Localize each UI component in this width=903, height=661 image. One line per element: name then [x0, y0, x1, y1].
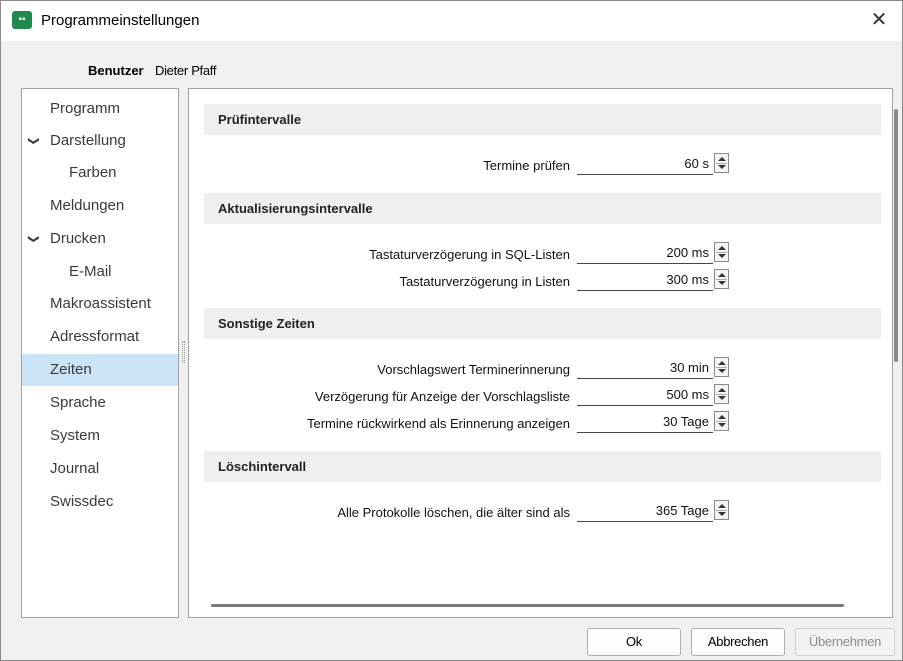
nav-item-drucken[interactable]: ❯ Drucken	[22, 223, 178, 255]
chevron-down-icon[interactable]: ❯	[18, 136, 50, 145]
stepper-vorschlagsliste[interactable]	[714, 384, 729, 404]
label-vorschlagsliste: Verzögerung für Anzeige der Vorschlagsli…	[314, 389, 570, 404]
nav-item-system[interactable]: System	[22, 420, 178, 452]
arrow-down-icon[interactable]	[718, 165, 726, 169]
splitter-handle[interactable]	[182, 341, 185, 363]
cancel-button[interactable]: Abbrechen	[691, 628, 785, 656]
nav-item-label: System	[50, 427, 101, 444]
vertical-scrollbar[interactable]	[894, 109, 898, 362]
stepper-erinnerung-rueckwirkend[interactable]	[714, 411, 729, 431]
nav-item-label: Sprache	[50, 394, 106, 411]
user-name: Dieter Pfaff	[155, 63, 217, 78]
stepper-termine-pruefen[interactable]	[714, 153, 729, 173]
arrow-down-icon[interactable]	[718, 281, 726, 285]
app-grid-icon: ▪▪	[12, 11, 32, 29]
arrow-up-icon[interactable]	[718, 157, 726, 161]
nav-item-label: Adressformat	[50, 328, 140, 345]
apply-button[interactable]: Übernehmen	[795, 628, 895, 656]
nav-item-meldungen[interactable]: Meldungen	[22, 190, 178, 222]
label-protokolle-loeschen: Alle Protokolle löschen, die älter sind …	[337, 505, 570, 520]
arrow-up-icon[interactable]	[718, 388, 726, 392]
title-bar: ▪▪ Programmeinstellungen ✕	[1, 1, 902, 41]
ok-button[interactable]: Ok	[587, 628, 681, 656]
nav-item-label: Programm	[50, 100, 121, 117]
nav-item-label: Zeiten	[50, 361, 92, 378]
arrow-down-icon[interactable]	[718, 254, 726, 258]
user-label: Benutzer	[88, 63, 144, 78]
nav-item-label: Darstellung	[50, 132, 126, 149]
nav-item-label: Drucken	[50, 230, 106, 247]
nav-item-farben[interactable]: Farben	[22, 157, 178, 189]
settings-navigation-tree: Programm ❯ Darstellung Farben Meldungen ❯…	[21, 88, 179, 618]
nav-item-label: Journal	[50, 460, 100, 477]
nav-item-makroassistent[interactable]: Makroassistent	[22, 288, 178, 320]
section-header-aktualisierungsintervalle: Aktualisierungsintervalle	[204, 193, 881, 224]
arrow-up-icon[interactable]	[718, 246, 726, 250]
stepper-terminerinnerung[interactable]	[714, 357, 729, 377]
arrow-up-icon[interactable]	[718, 273, 726, 277]
nav-item-adressformat[interactable]: Adressformat	[22, 321, 178, 353]
nav-item-label: Swissdec	[50, 493, 114, 510]
label-terminerinnerung: Vorschlagswert Terminerinnerung	[377, 362, 570, 377]
nav-item-zeiten[interactable]: Zeiten	[22, 354, 178, 386]
window-title: Programmeinstellungen	[41, 12, 200, 29]
input-erinnerung-rueckwirkend[interactable]: 30 Tage	[577, 411, 713, 433]
label-termine-pruefen: Termine prüfen	[483, 158, 570, 173]
section-header-pruefintervalle: Prüfintervalle	[204, 104, 881, 135]
arrow-down-icon[interactable]	[718, 369, 726, 373]
nav-item-label: E-Mail	[69, 263, 112, 280]
arrow-down-icon[interactable]	[718, 512, 726, 516]
nav-item-programm[interactable]: Programm	[22, 93, 178, 125]
arrow-up-icon[interactable]	[718, 415, 726, 419]
arrow-up-icon[interactable]	[718, 504, 726, 508]
nav-item-darstellung[interactable]: ❯ Darstellung	[22, 125, 178, 157]
nav-item-email[interactable]: E-Mail	[22, 256, 178, 288]
nav-item-label: Farben	[69, 164, 117, 181]
input-protokolle-loeschen[interactable]: 365 Tage	[577, 500, 713, 522]
nav-item-label: Meldungen	[50, 197, 125, 214]
label-listen: Tastaturverzögerung in Listen	[399, 274, 570, 289]
input-listen[interactable]: 300 ms	[577, 269, 713, 291]
nav-item-swissdec[interactable]: Swissdec	[22, 486, 178, 518]
input-termine-pruefen[interactable]: 60 s	[577, 153, 713, 175]
chevron-down-icon[interactable]: ❯	[18, 234, 50, 243]
arrow-down-icon[interactable]	[718, 396, 726, 400]
stepper-sql-listen[interactable]	[714, 242, 729, 262]
nav-item-journal[interactable]: Journal	[22, 453, 178, 485]
close-button[interactable]: ✕	[866, 7, 892, 33]
stepper-listen[interactable]	[714, 269, 729, 289]
nav-item-label: Makroassistent	[50, 295, 151, 312]
input-vorschlagsliste[interactable]: 500 ms	[577, 384, 713, 406]
horizontal-scrollbar[interactable]	[211, 604, 844, 607]
arrow-up-icon[interactable]	[718, 361, 726, 365]
section-header-loeschintervall: Löschintervall	[204, 451, 881, 482]
stepper-protokolle-loeschen[interactable]	[714, 500, 729, 520]
section-header-sonstige-zeiten: Sonstige Zeiten	[204, 308, 881, 339]
input-sql-listen[interactable]: 200 ms	[577, 242, 713, 264]
label-erinnerung-rueckwirkend: Termine rückwirkend als Erinnerung anzei…	[306, 416, 570, 431]
arrow-down-icon[interactable]	[718, 423, 726, 427]
input-terminerinnerung[interactable]: 30 min	[577, 357, 713, 379]
label-sql-listen: Tastaturverzögerung in SQL-Listen	[369, 247, 570, 262]
settings-dialog: ▪▪ Programmeinstellungen ✕ Benutzer Diet…	[0, 0, 903, 661]
close-icon[interactable]: ✕	[871, 9, 888, 31]
nav-item-sprache[interactable]: Sprache	[22, 387, 178, 419]
